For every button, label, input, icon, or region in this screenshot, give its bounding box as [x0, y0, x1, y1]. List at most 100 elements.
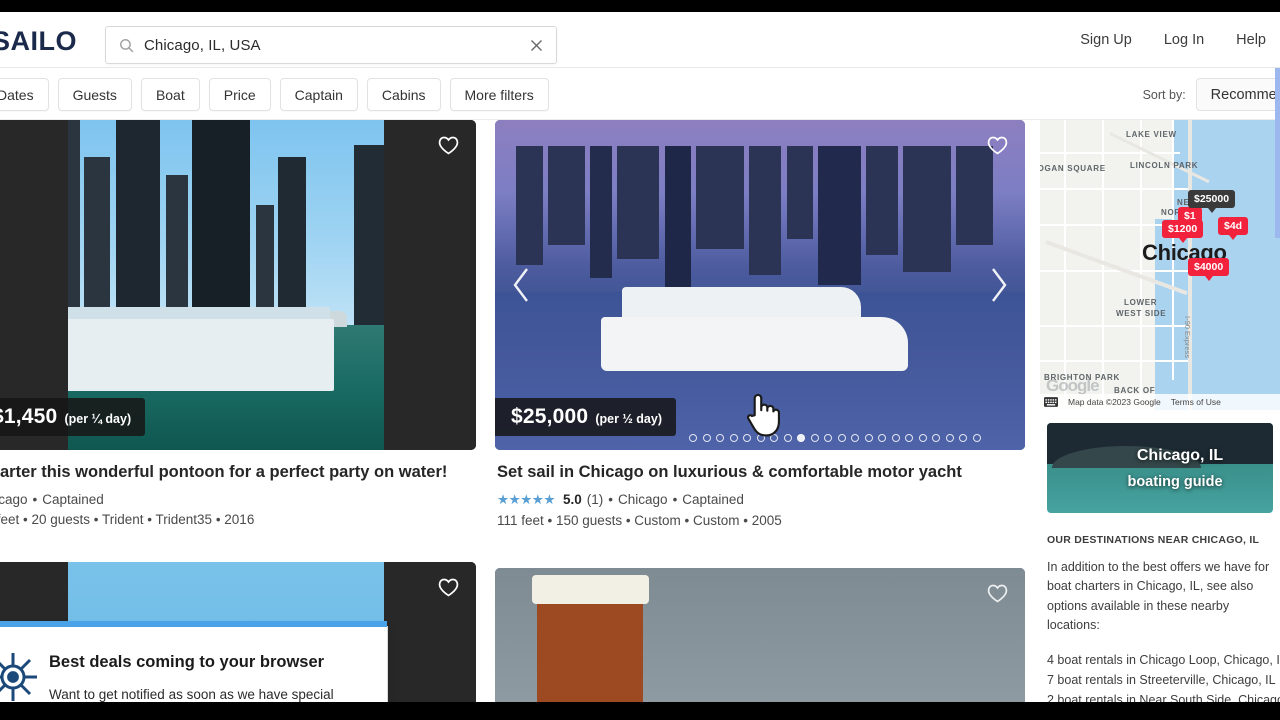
carousel-dot[interactable] — [905, 434, 914, 442]
sailo-logo[interactable]: SAILO — [0, 26, 77, 57]
map-price-pin[interactable]: $1200 — [1162, 220, 1204, 243]
listing-title[interactable]: Set sail in Chicago on luxurious & comfo… — [497, 462, 1023, 483]
map-price-pin[interactable]: $4000 — [1188, 258, 1230, 281]
search-input[interactable]: Chicago, IL, USA — [144, 37, 529, 54]
carousel-dot[interactable] — [824, 434, 833, 442]
google-watermark: Google — [1046, 376, 1100, 395]
map-panel[interactable]: LAKE VIEW LINCOLN PARK LOGAN SQUARE NEAR… — [1040, 120, 1280, 410]
meta-separator: • — [32, 491, 38, 507]
filter-dates[interactable]: Dates — [0, 78, 49, 111]
browser-viewport: SAILO Chicago, IL, USA Sign Up Log In He… — [0, 12, 1280, 702]
push-accent-bar — [0, 621, 387, 627]
destination-link[interactable]: 2 boat rentals in Near South Side, Chica… — [1047, 690, 1280, 702]
rating-value: 5.0 — [563, 492, 582, 508]
carousel-dot[interactable] — [783, 434, 792, 442]
listing-card[interactable]: $25,000 (per ½ day) Set sail in Chicago … — [495, 120, 1025, 528]
push-notification-popup[interactable]: Best deals coming to your browser Want t… — [0, 621, 388, 702]
price-tag: $25,000 (per ½ day) — [495, 398, 676, 436]
destinations-heading: OUR DESTINATIONS NEAR CHICAGO, IL — [1047, 534, 1260, 546]
listing-results-grid: $1,450 (per ¼ day) Charter this wonderfu… — [0, 120, 1040, 702]
sort-select[interactable]: Recommended — [1195, 78, 1280, 111]
map-label-lincoln-park: LINCOLN PARK — [1130, 161, 1199, 170]
listing-image[interactable] — [495, 568, 1025, 702]
map-terms-link[interactable]: Terms of Use — [1171, 397, 1221, 407]
carousel-dot[interactable] — [837, 434, 846, 442]
listing-specs: 35 feet • 20 guests • Trident • Trident3… — [0, 511, 255, 527]
listing-card[interactable] — [495, 568, 1025, 702]
listing-card[interactable]: $1,450 (per ¼ day) Charter this wonderfu… — [0, 120, 476, 527]
carousel-dot[interactable] — [702, 434, 711, 442]
carousel-dot[interactable] — [972, 434, 981, 442]
carousel-dot[interactable] — [878, 434, 887, 442]
boating-guide-card[interactable]: Chicago, IL boating guide — [1047, 423, 1273, 513]
carousel-dot[interactable] — [918, 434, 927, 442]
filter-cabins[interactable]: Cabins — [366, 78, 441, 111]
carousel-dot[interactable] — [716, 434, 725, 442]
destinations-paragraph: In addition to the best offers we have f… — [1047, 560, 1270, 633]
map-attribution: Map data ©2023 Google Terms of Use — [1040, 394, 1280, 410]
listing-captain: Captained — [682, 492, 744, 508]
keyboard-icon[interactable] — [1044, 397, 1058, 407]
map-label-lake-view: LAKE VIEW — [1126, 130, 1177, 139]
price-amount: $1,450 — [0, 405, 58, 428]
price-unit: (per ½ day) — [595, 412, 662, 426]
listing-title[interactable]: Charter this wonderful pontoon for a per… — [0, 462, 474, 483]
search-bar[interactable]: Chicago, IL, USA — [105, 26, 557, 64]
login-link[interactable]: Log In — [1164, 32, 1204, 48]
sort-label: Sort by: — [1142, 87, 1186, 102]
letterbox-bottom — [0, 702, 1280, 720]
filter-guests[interactable]: Guests — [57, 78, 132, 111]
price-amount: $25,000 — [511, 405, 589, 428]
carousel-dot[interactable] — [797, 434, 806, 442]
carousel-dot[interactable] — [770, 434, 779, 442]
map-price-pin-selected[interactable]: $25000 — [1188, 190, 1236, 213]
signup-link[interactable]: Sign Up — [1080, 32, 1132, 48]
heart-icon[interactable] — [986, 134, 1009, 155]
filter-captain[interactable]: Captain — [279, 78, 358, 111]
search-icon — [120, 38, 134, 52]
chevron-left-icon[interactable] — [509, 265, 535, 305]
carousel-dot[interactable] — [689, 434, 698, 442]
carousel-dot[interactable] — [959, 434, 968, 442]
carousel-dot[interactable] — [810, 434, 819, 442]
close-icon[interactable] — [529, 38, 544, 53]
carousel-dot[interactable] — [945, 434, 954, 442]
destination-link[interactable]: 7 boat rentals in Streeterville, Chicago… — [1047, 670, 1276, 690]
carousel-dot[interactable] — [851, 434, 860, 442]
carousel-dot[interactable] — [756, 434, 765, 442]
star-rating-icon: ★★★★★ — [497, 491, 556, 507]
ship-wheel-icon — [0, 653, 37, 701]
carousel-dot[interactable] — [932, 434, 941, 442]
rating-count: (1) — [586, 492, 604, 508]
right-sidebar: LAKE VIEW LINCOLN PARK LOGAN SQUARE NEAR… — [1040, 120, 1280, 702]
letterbox-right — [384, 120, 476, 450]
map-price-pin[interactable]: $4d — [1218, 217, 1249, 240]
scrollbar-thumb[interactable] — [1275, 68, 1280, 238]
push-subtitle: Want to get notified as soon as we have … — [49, 687, 334, 702]
listing-meta: Chicago • Captained — [0, 492, 474, 507]
destination-link[interactable]: 4 boat rentals in Chicago Loop, Chicago,… — [1047, 650, 1280, 670]
map-label-west-side: WEST SIDE — [1116, 309, 1167, 318]
header-nav: Sign Up Log In Help — [1080, 32, 1266, 48]
price-unit: (per ¼ day) — [64, 412, 132, 426]
page-scrollbar[interactable] — [1275, 12, 1280, 702]
carousel-dot[interactable] — [743, 434, 752, 442]
listing-image[interactable]: $25,000 (per ½ day) — [495, 120, 1025, 450]
listing-image[interactable]: $1,450 (per ¼ day) — [0, 120, 476, 450]
filter-boat[interactable]: Boat — [140, 78, 200, 111]
heart-icon[interactable] — [986, 582, 1009, 603]
filter-more-filters[interactable]: More filters — [449, 78, 549, 111]
filter-price[interactable]: Price — [208, 78, 271, 111]
chevron-right-icon[interactable] — [985, 265, 1011, 305]
help-link[interactable]: Help — [1236, 32, 1266, 48]
listing-meta: ★★★★★ 5.0 (1) • Chicago • Captained — [497, 492, 1023, 508]
sort-control: Sort by: Recommended — [1143, 78, 1280, 111]
listing-location: Chicago — [618, 492, 668, 508]
heart-icon[interactable] — [437, 134, 460, 155]
carousel-dot[interactable] — [729, 434, 738, 442]
carousel-dot[interactable] — [891, 434, 900, 442]
push-title: Best deals coming to your browser — [49, 653, 325, 671]
carousel-dot[interactable] — [864, 434, 873, 442]
filter-chips: Dates Guests Boat Price Captain Cabins M… — [0, 78, 549, 111]
heart-icon[interactable] — [437, 576, 460, 597]
